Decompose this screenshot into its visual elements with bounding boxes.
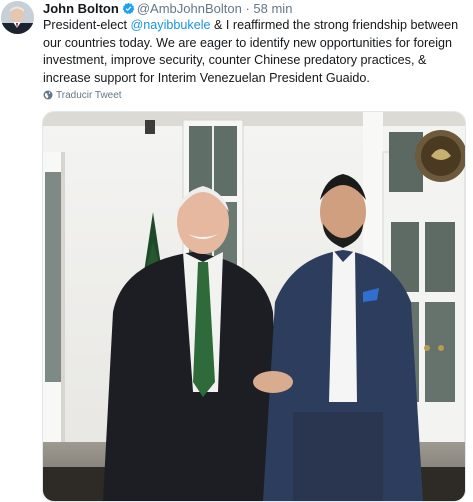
avatar-image: [1, 1, 34, 34]
photo-image: [43, 112, 465, 501]
tweet-timestamp[interactable]: 58 min: [253, 1, 292, 16]
verified-badge-icon: [122, 2, 135, 15]
author-handle[interactable]: @AmbJohnBolton: [137, 1, 242, 16]
globe-icon: [43, 90, 53, 100]
translate-label: Traducir Tweet: [56, 90, 122, 101]
translate-tweet-link[interactable]: Traducir Tweet: [43, 90, 122, 102]
author-name[interactable]: John Bolton: [43, 1, 119, 16]
header-separator: ·: [245, 1, 250, 16]
author-avatar[interactable]: [1, 1, 34, 34]
mention-link[interactable]: @nayibbukele: [131, 18, 211, 32]
tweet-photo[interactable]: [42, 111, 466, 502]
tweet-text: President-elect @nayibbukele & I reaffir…: [43, 17, 463, 87]
tweet-text-segment: President-elect: [43, 18, 131, 32]
tweet-card[interactable]: John Bolton @AmbJohnBolton · 58 min Presi…: [0, 0, 473, 502]
tweet-header: John Bolton @AmbJohnBolton · 58 min: [43, 1, 292, 17]
